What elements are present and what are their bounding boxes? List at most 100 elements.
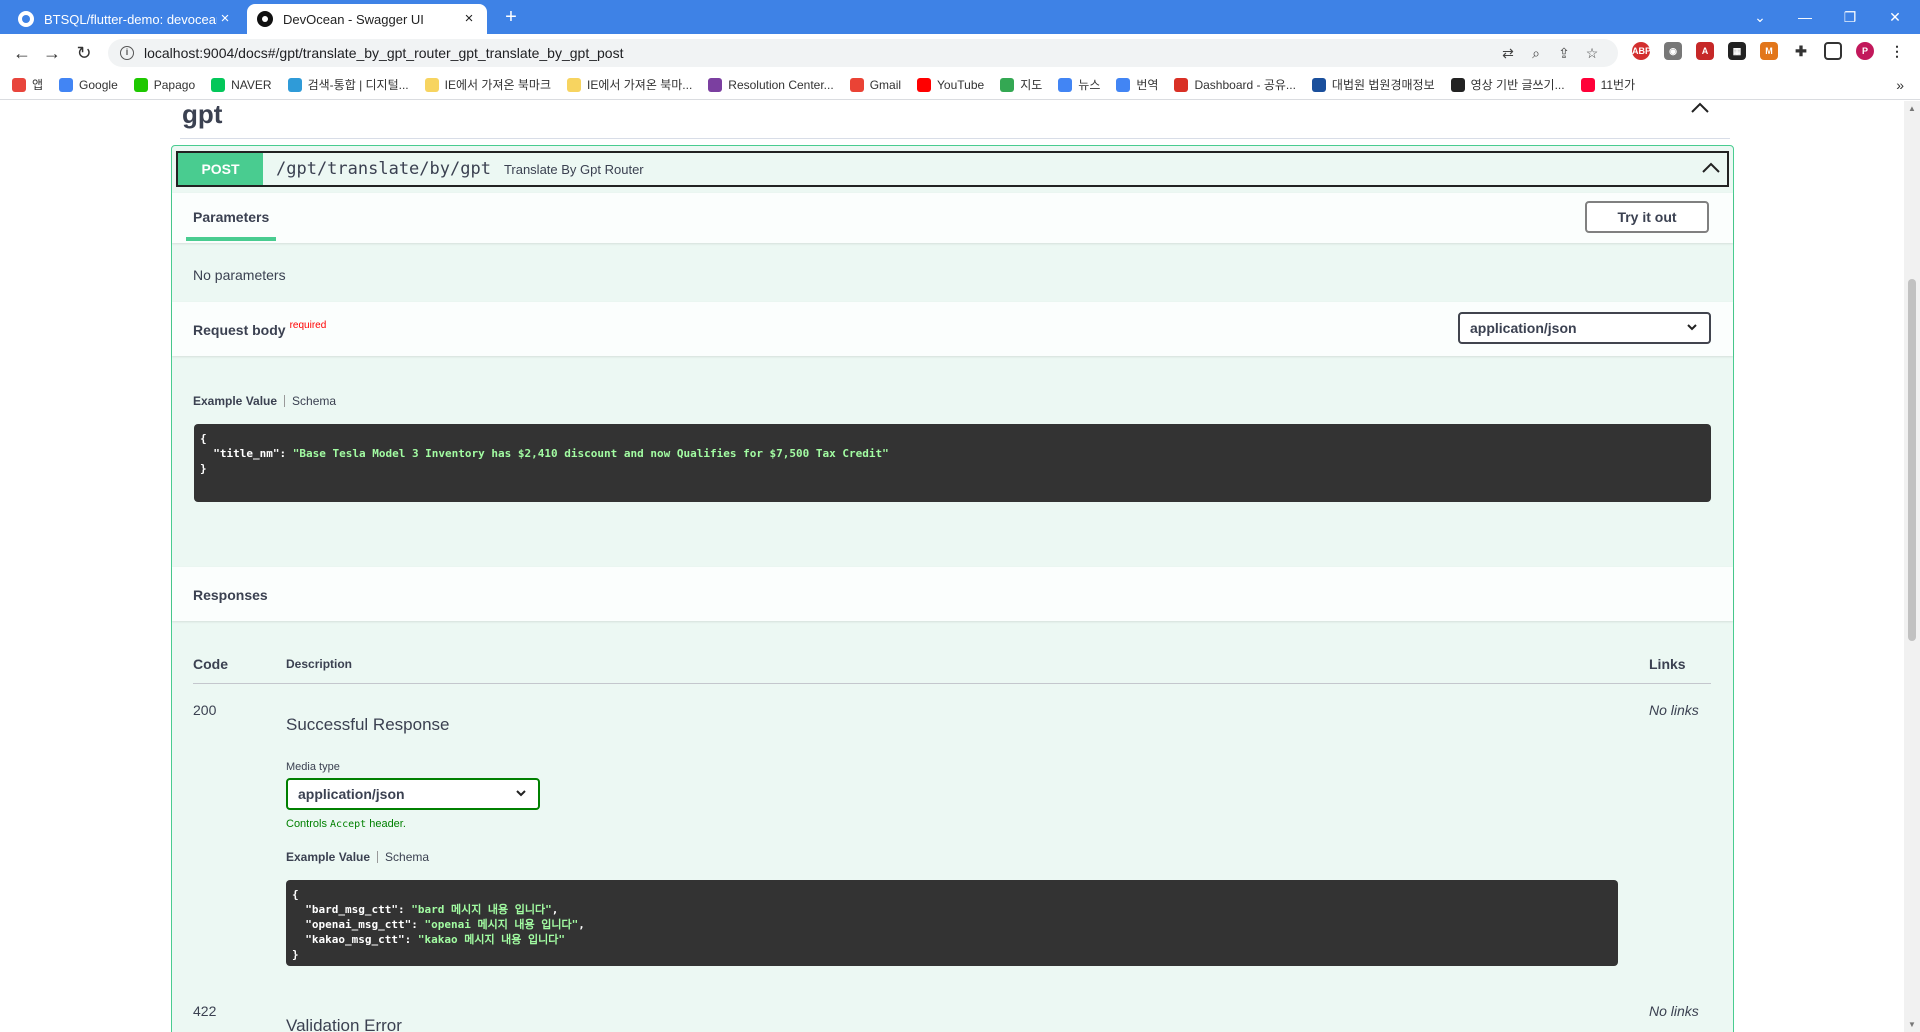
chevron-down-icon — [1685, 320, 1699, 337]
tab-example-value[interactable]: Example Value — [286, 850, 370, 864]
bookmark-item[interactable]: 번역 — [1116, 76, 1158, 93]
bookmark-item[interactable]: 뉴스 — [1058, 76, 1100, 93]
bookmark-item[interactable]: Resolution Center... — [708, 77, 834, 92]
bookmark-label: Gmail — [869, 77, 902, 92]
tab-github[interactable]: BTSQL/flutter-demo: devocean | × — [8, 4, 243, 34]
bookmark-label: 번역 — [1136, 78, 1159, 92]
response-description: Successful Response — [286, 715, 450, 734]
try-it-out-button[interactable]: Try it out — [1585, 201, 1709, 233]
bookmark-item[interactable]: Papago — [133, 77, 196, 92]
bookmark-icon — [708, 77, 723, 92]
close-icon[interactable]: × — [217, 11, 233, 27]
response-media-type-select[interactable]: application/json — [286, 778, 540, 810]
required-badge: required — [289, 320, 327, 331]
chevron-up-icon[interactable] — [1690, 101, 1710, 119]
bookmark-icon — [59, 77, 74, 92]
tab-swagger[interactable]: DevOcean - Swagger UI × — [247, 4, 487, 34]
bookmark-icon — [12, 77, 26, 92]
bookmark-item[interactable]: IE에서 가져온 북마... — [566, 76, 692, 93]
col-description: Description — [286, 657, 353, 671]
restore-icon[interactable]: ❐ — [1830, 6, 1870, 28]
zoom-icon[interactable]: ⌕ — [1526, 43, 1546, 63]
bookmark-item[interactable]: 지도 — [1000, 76, 1042, 93]
extension-icon[interactable]: ▦ — [1728, 42, 1746, 60]
bookmark-item[interactable]: Google — [59, 77, 118, 92]
json-key: "title_nm" — [213, 447, 280, 460]
bookmark-icon — [133, 77, 148, 92]
no-parameters-text: No parameters — [193, 267, 286, 283]
minimize-icon[interactable]: — — [1785, 6, 1825, 28]
tag-section-header[interactable]: gpt — [180, 101, 1730, 139]
sidepanel-icon[interactable] — [1824, 42, 1842, 60]
puzzle-icon[interactable]: ✚ — [1792, 42, 1810, 60]
profile-avatar[interactable]: P — [1856, 42, 1874, 60]
back-icon[interactable]: ← — [10, 41, 34, 65]
metamask-icon[interactable]: M — [1760, 42, 1778, 60]
bookmark-item[interactable]: 대법원 법원경매정보 — [1311, 76, 1435, 93]
response-description: Validation Error — [286, 1016, 402, 1032]
address-bar[interactable]: i localhost:9004/docs#/gpt/translate_by_… — [108, 39, 1618, 67]
translate-icon[interactable]: ⇄ — [1498, 43, 1518, 63]
operation-summary[interactable]: POST /gpt/translate/by/gpt Translate By … — [176, 151, 1729, 187]
bookmark-label: Resolution Center... — [728, 77, 834, 92]
bookmark-item[interactable]: YouTube — [917, 77, 984, 92]
tab-search-icon[interactable]: ⌄ — [1740, 6, 1780, 28]
operation-summary-text: Translate By Gpt Router — [503, 161, 644, 177]
request-example-code: { "title_nm": "Base Tesla Model 3 Invent… — [194, 424, 1711, 502]
close-window-icon[interactable]: ✕ — [1875, 6, 1915, 28]
scrollbar-thumb[interactable] — [1908, 279, 1916, 641]
bookmarks-overflow-icon[interactable]: » — [1896, 77, 1904, 93]
bookmark-icon — [211, 77, 226, 92]
bookmarks-bar: 앱 Google Papago NAVER 검색-통합 | 디지털... IE에서 가져온… — [0, 70, 1920, 100]
responses-title: Responses — [193, 587, 268, 603]
bookmark-icon — [917, 77, 932, 92]
bookmark-item[interactable]: IE에서 가져온 북마크 — [424, 76, 551, 93]
chevron-up-icon[interactable] — [1701, 161, 1721, 179]
request-content-type-select[interactable]: application/json — [1458, 312, 1711, 344]
bookmark-label: Dashboard - 공유... — [1194, 78, 1296, 92]
share-icon[interactable]: ⇪ — [1554, 43, 1574, 63]
tab-example-value[interactable]: Example Value — [193, 394, 277, 408]
response-example-code: { "bard_msg_ctt": "bard 메시지 내용 입니다", "op… — [286, 880, 1618, 966]
select-value: application/json — [1470, 320, 1577, 336]
forward-icon[interactable]: → — [40, 41, 64, 65]
new-tab-icon[interactable]: + — [500, 7, 522, 29]
bookmark-label: 뉴스 — [1078, 78, 1101, 92]
divider — [377, 851, 379, 863]
info-icon[interactable]: i — [120, 46, 134, 60]
adblock-icon[interactable]: ABP — [1632, 42, 1651, 60]
bookmark-icon — [424, 77, 439, 92]
close-icon[interactable]: × — [461, 11, 477, 27]
request-body-header: Request body required application/json — [172, 302, 1733, 356]
menu-icon[interactable]: ⋮ — [1888, 42, 1906, 60]
response-links: No links — [1649, 702, 1699, 718]
responses-header: Responses — [172, 567, 1733, 621]
bookmark-item[interactable]: 11번가 — [1580, 76, 1636, 93]
camera-icon[interactable]: ◉ — [1664, 42, 1682, 60]
col-links: Links — [1649, 656, 1686, 672]
bookmark-icon — [1000, 77, 1015, 92]
bookmark-icon — [1116, 77, 1131, 92]
bookmark-item[interactable]: Dashboard - 공유... — [1174, 76, 1296, 93]
scroll-up-icon[interactable]: ▲ — [1908, 104, 1916, 113]
bookmark-item[interactable]: 앱 — [12, 76, 43, 93]
tab-schema[interactable]: Schema — [385, 850, 429, 864]
scroll-down-icon[interactable]: ▼ — [1908, 1020, 1916, 1029]
tab-schema[interactable]: Schema — [292, 394, 336, 408]
page-scrollbar[interactable]: ▲ ▼ — [1904, 101, 1920, 1032]
tab-parameters[interactable]: Parameters — [193, 209, 269, 225]
request-body-title: Request body required — [193, 320, 327, 338]
browser-tab-strip: BTSQL/flutter-demo: devocean | × DevOcea… — [0, 0, 1920, 34]
bookmark-label: NAVER — [231, 77, 272, 92]
reload-icon[interactable]: ↻ — [72, 41, 96, 65]
bookmark-star-icon[interactable]: ☆ — [1582, 43, 1602, 63]
pdf-icon[interactable]: A — [1696, 42, 1714, 60]
bookmark-item[interactable]: 영상 기반 글쓰기... — [1450, 76, 1565, 93]
bookmark-item[interactable]: 검색-통합 | 디지털... — [287, 76, 409, 93]
json-key: "openai_msg_ctt" — [305, 918, 412, 931]
bookmark-label: 11번가 — [1600, 78, 1636, 92]
bookmark-label: 대법원 법원경매정보 — [1331, 78, 1435, 92]
bookmark-item[interactable]: Gmail — [849, 77, 902, 92]
bookmark-item[interactable]: NAVER — [211, 77, 272, 92]
bookmark-label: Papago — [153, 77, 196, 92]
